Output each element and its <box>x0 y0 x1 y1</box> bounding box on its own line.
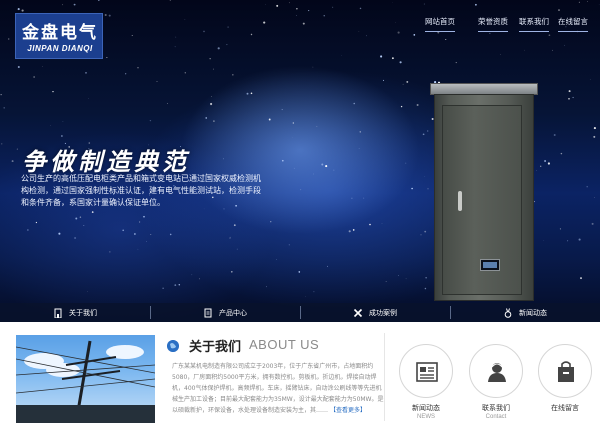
cabinet-display <box>480 259 500 271</box>
about-description: 广东某某机电制造有限公司成立于2003年，位于广东省广州市，占地面积约5080，… <box>172 361 384 416</box>
newspaper-icon <box>416 362 438 382</box>
nav-item-contact[interactable]: 联系我们 <box>519 16 549 32</box>
logo-english-text: JINPAN DIANQI <box>27 44 93 53</box>
feature-label: 成功案例 <box>369 308 397 317</box>
power-line-photo <box>16 335 155 423</box>
medal-icon <box>504 307 512 318</box>
about-title: 关于我们 <box>189 340 242 355</box>
quick-link-contact[interactable] <box>469 344 523 398</box>
feature-bar: 关于我们 产品中心 成功案例 新闻动态 <box>0 303 600 322</box>
nav-item-home[interactable]: 网站首页 <box>425 16 455 32</box>
hero-slogan: 争做制造典范 <box>22 148 190 176</box>
feature-products[interactable]: 产品中心 <box>150 303 300 322</box>
read-more-link[interactable]: 【查看更多】 <box>330 407 366 414</box>
hero-description: 公司生产的高低压配电柜类产品和箱式变电站已通过国家权威检测机构检测，通过国家强制… <box>21 174 261 207</box>
nav-label: 联系我们 <box>519 17 549 26</box>
nav-label: 网站首页 <box>425 17 455 26</box>
top-navigation: 网站首页 荣誉资质 联系我们 在线留言 <box>0 16 600 32</box>
nav-item-honors[interactable]: 荣誉资质 <box>478 16 508 32</box>
cabinet-handle <box>458 191 462 211</box>
tools-icon <box>353 308 363 317</box>
hero-banner: 金盘电气 JINPAN DIANQI 网站首页 荣誉资质 联系我们 在线留言 争… <box>0 0 600 322</box>
feature-news[interactable]: 新闻动态 <box>450 303 600 322</box>
document-icon <box>204 308 212 317</box>
feature-label: 产品中心 <box>219 308 247 317</box>
quick-link-contact-label: 联系我们 <box>482 404 510 412</box>
quick-link-news-label: 新闻动态 <box>412 404 440 412</box>
nav-label: 荣誉资质 <box>478 17 508 26</box>
feature-cases[interactable]: 成功案例 <box>300 303 450 322</box>
globe-icon <box>167 340 179 352</box>
quick-link-news-sub: NEWS <box>417 414 435 420</box>
feature-label: 关于我们 <box>69 308 97 317</box>
shopping-bag-icon <box>558 361 574 382</box>
quick-link-contact-sub: Contact <box>485 414 507 420</box>
electrical-cabinet-image <box>430 83 538 303</box>
quick-link-message-label: 在线留言 <box>551 404 579 412</box>
feature-about[interactable]: 关于我们 <box>0 303 150 322</box>
quick-link-news[interactable] <box>399 344 453 398</box>
nav-label: 在线留言 <box>558 17 588 26</box>
nav-item-message[interactable]: 在线留言 <box>558 16 588 32</box>
section-divider <box>384 333 385 421</box>
building-icon <box>54 308 62 318</box>
about-title-english: ABOUT US <box>249 337 320 352</box>
quick-link-message[interactable] <box>538 344 592 398</box>
person-icon <box>488 363 506 382</box>
feature-label: 新闻动态 <box>519 308 547 317</box>
